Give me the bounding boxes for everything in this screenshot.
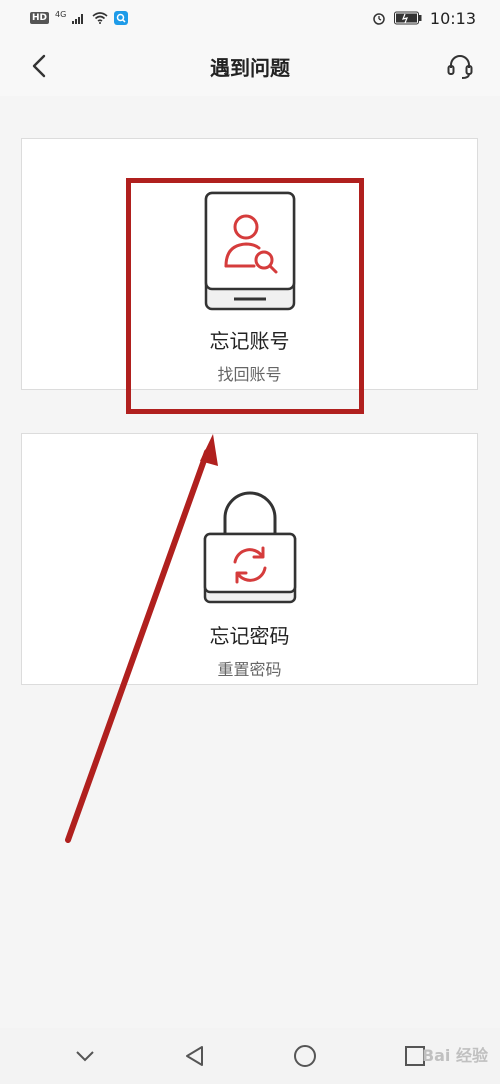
chevron-left-icon xyxy=(32,54,46,78)
clock: 10:13 xyxy=(429,8,476,28)
forgot-account-subtitle: 找回账号 xyxy=(217,365,282,384)
page-title: 遇到问题 xyxy=(210,55,290,80)
alarm-icon xyxy=(373,13,385,25)
hd-badge: HD xyxy=(30,12,50,24)
forgot-password-subtitle: 重置密码 xyxy=(217,660,282,679)
chevron-down-icon xyxy=(76,1051,94,1062)
back-triangle-icon xyxy=(186,1046,203,1066)
watermark: Bai 经验 xyxy=(421,1046,488,1065)
status-right: 10:13 xyxy=(372,9,476,28)
headset-icon xyxy=(447,55,473,79)
nav-back-button[interactable] xyxy=(181,1042,209,1070)
back-button[interactable] xyxy=(28,54,52,78)
support-button[interactable] xyxy=(446,52,474,80)
network-type: 4G xyxy=(55,9,67,19)
forgot-password-title: 忘记密码 xyxy=(209,624,290,648)
nav-collapse-button[interactable] xyxy=(71,1042,99,1070)
user-search-tablet-icon xyxy=(204,191,296,315)
status-left: HD 4G xyxy=(30,9,129,25)
forgot-account-title: 忘记账号 xyxy=(209,329,290,353)
home-circle-icon xyxy=(294,1045,316,1067)
wifi-icon xyxy=(92,12,108,24)
nav-home-button[interactable] xyxy=(291,1042,319,1070)
padlock-refresh-icon xyxy=(203,486,297,610)
forgot-account-card[interactable]: 忘记账号 找回账号 xyxy=(21,138,478,390)
battery-icon xyxy=(393,11,422,25)
app-bar: 遇到问题 xyxy=(0,36,500,96)
signal-icon xyxy=(72,14,84,24)
app-notification-icon xyxy=(114,11,129,25)
forgot-password-card[interactable]: 忘记密码 重置密码 xyxy=(21,433,478,685)
status-bar: HD 4G 10:13 xyxy=(0,0,500,36)
